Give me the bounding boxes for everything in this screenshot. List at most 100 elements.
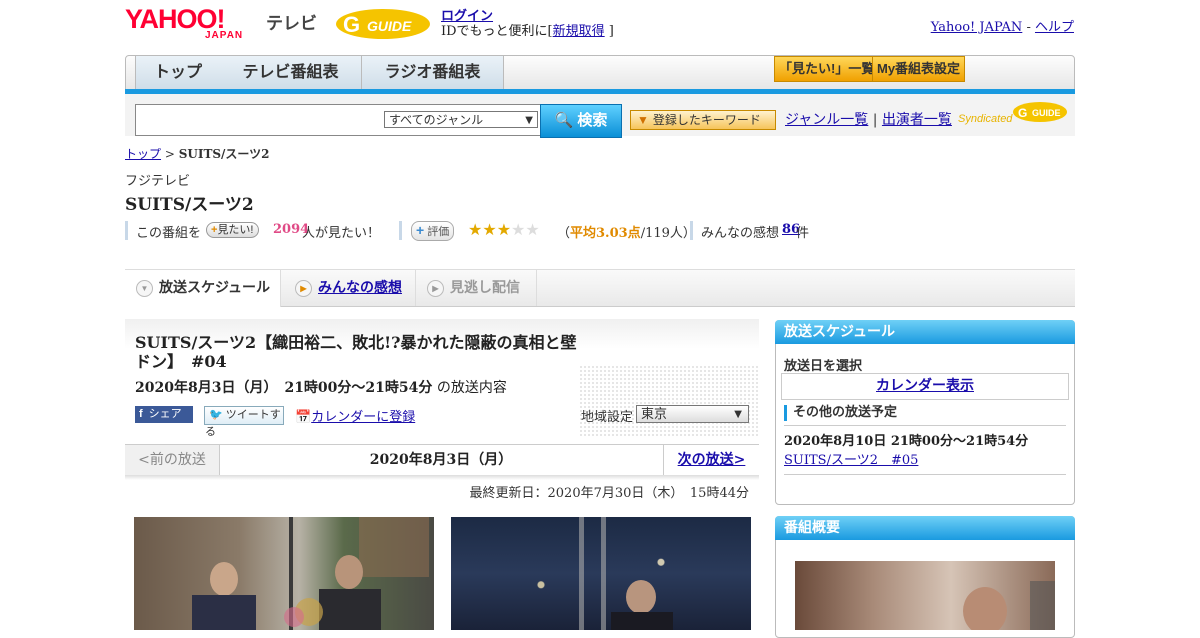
genre-list-link[interactable]: ジャンル一覧	[785, 112, 868, 128]
other-schedule-heading: その他の放送予定	[784, 405, 897, 421]
tab-streaming: ▶ 見逃し配信	[417, 270, 537, 306]
syndicated-label: Syndicated	[958, 113, 1013, 125]
episode-airtime-date: 2020年8月3日（月） 21時00分～21時54分	[135, 380, 433, 396]
id-note: IDでもっと便利に[新規取得 ]	[441, 20, 614, 39]
summary-photo	[795, 561, 1055, 635]
calendar-show-button[interactable]: カレンダー表示	[781, 373, 1069, 400]
calendar-icon: 📅	[295, 410, 312, 425]
help-link[interactable]: ヘルプ	[1035, 20, 1074, 35]
yahoo-japan-link[interactable]: Yahoo! JAPAN	[931, 20, 1023, 35]
keyword-button-label: 登録したキーワード	[652, 113, 761, 127]
other-schedule-link[interactable]: SUITS/スーツ2 #05	[784, 449, 918, 468]
want-prefix: この番組を	[136, 226, 202, 241]
star-icon: ★	[482, 220, 497, 239]
region-select-value: 東京	[641, 407, 668, 422]
other-schedule-date: 2020年8月10日 21時00分～21時54分	[784, 434, 1029, 449]
tab-schedule-label: 放送スケジュール	[159, 279, 271, 295]
tab-impressions-label[interactable]: みんなの感想	[318, 279, 402, 295]
breadcrumb-separator: >	[161, 147, 179, 161]
top-links: Yahoo! JAPAN - ヘルプ	[931, 16, 1074, 35]
next-broadcast-link[interactable]: 次の放送>	[678, 452, 746, 468]
star-icon: ★	[496, 220, 512, 239]
twitter-icon: 🐦	[209, 409, 223, 421]
want-button-label: 見たい!	[217, 224, 254, 236]
rating-count: /119人）	[640, 226, 696, 241]
prev-broadcast-button: <前の放送	[125, 445, 220, 476]
tweet-button[interactable]: 🐦 ツイートする	[204, 406, 284, 438]
triangle-down-icon: ▼	[637, 113, 649, 127]
rating-average-open: （	[557, 226, 571, 241]
chevron-down-icon: ▼	[734, 409, 742, 420]
gguide-small-logo: G GUIDE	[1012, 101, 1068, 123]
facebook-share-button[interactable]: f シェア	[135, 406, 193, 423]
episode-photo	[134, 517, 434, 630]
last-updated: 最終更新日：2020年7月30日（木） 15時44分	[469, 486, 749, 501]
search-button-label: 検索	[577, 112, 608, 129]
pager-shadow	[125, 475, 759, 480]
signup-link[interactable]: 新規取得	[553, 24, 605, 39]
chevron-down-icon: ▼	[136, 279, 153, 297]
page-title: SUITS/スーツ2	[125, 195, 254, 215]
search-button[interactable]: 🔍 検索	[540, 104, 622, 138]
comments-label: みんなの感想	[701, 226, 780, 241]
tab-schedule[interactable]: ▼ 放送スケジュール	[125, 270, 281, 307]
keyword-button[interactable]: ▼ 登録したキーワード	[630, 110, 776, 130]
stats-divider	[690, 221, 693, 240]
mitai-list-button[interactable]: 「見たい!」一覧	[774, 56, 880, 82]
episode-airtime-suffix: の放送内容	[436, 380, 507, 396]
yahoo-japan-label: JAPAN	[205, 30, 244, 41]
episode-photo	[451, 517, 751, 630]
svg-text:G: G	[343, 12, 360, 37]
dotted-pattern	[579, 365, 759, 437]
episode-pager: <前の放送 2020年8月3日（月） 次の放送>	[125, 444, 759, 476]
schedule-panel-header: 放送スケジュール	[775, 320, 1075, 344]
region-select[interactable]: 東京 ▼	[636, 405, 749, 423]
id-note-prefix: IDでもっと便利に[	[441, 24, 553, 39]
performer-list-link[interactable]: 出演者一覧	[882, 112, 952, 128]
episode-airtime: 2020年8月3日（月） 21時00分～21時54分 の放送内容	[135, 377, 507, 397]
genre-select[interactable]: すべてのジャンル ▼	[384, 111, 538, 128]
star-icon: ★	[525, 220, 540, 239]
rating-average: （平均3.03点/119人）	[557, 222, 696, 241]
my-bangumi-button[interactable]: My番組表設定	[872, 56, 966, 82]
episode-title: SUITS/スーツ2【織田裕二、敗北!?暴かれた隠蔽の真相と壁ドン】 #04	[135, 333, 577, 371]
rate-button[interactable]: + 評価	[411, 221, 455, 241]
search-icon: 🔍	[554, 112, 574, 129]
yahoo-logo[interactable]: YAHOO!	[125, 6, 226, 33]
want-button[interactable]: +見たい!	[206, 222, 259, 238]
play-icon: ▶	[427, 279, 444, 297]
breadcrumb-top-link[interactable]: トップ	[125, 147, 161, 161]
calendar-show-link[interactable]: カレンダー表示	[876, 378, 974, 394]
select-day-label: 放送日を選択	[784, 359, 863, 374]
top-links-separator: -	[1022, 20, 1035, 35]
id-note-bracket: ]	[608, 24, 614, 39]
summary-panel-header: 番組概要	[775, 516, 1075, 540]
breadcrumb-current: SUITS/スーツ2	[178, 147, 270, 161]
nav-tab-radio-schedule[interactable]: ラジオ番組表	[362, 56, 504, 90]
nav-tab-top[interactable]: トップ	[135, 56, 221, 90]
program-stats: この番組を +見たい! 2094 人が見たい！ + 評価 ★★★★★ （平均3.…	[125, 220, 1075, 241]
divider	[784, 474, 1066, 475]
nav-tab-tv-schedule[interactable]: テレビ番組表	[220, 56, 362, 90]
pager-current-date: 2020年8月3日（月）	[369, 452, 513, 468]
rating-average-score: 平均3.03点	[570, 226, 641, 241]
facebook-icon: f	[139, 408, 143, 420]
breadcrumb: トップ > SUITS/スーツ2	[125, 145, 270, 162]
gguide-logo[interactable]: G GUIDE	[335, 7, 432, 40]
svg-text:G: G	[1018, 106, 1027, 120]
content-tabs: ▼ 放送スケジュール ▶ みんなの感想 ▶ 見逃し配信	[125, 270, 1075, 307]
tv-logo-label: テレビ	[266, 14, 317, 33]
tab-streaming-label: 見逃し配信	[450, 279, 520, 295]
star-icon: ★	[511, 220, 526, 239]
stats-divider	[399, 221, 402, 240]
rating-stars: ★★★★★	[468, 220, 540, 239]
star-icon: ★	[468, 220, 483, 239]
main-nav: トップ テレビ番組表 ラジオ番組表 「見たい!」一覧 My番組表設定	[125, 55, 1075, 91]
next-broadcast-button[interactable]: 次の放送>	[663, 445, 759, 476]
calendar-register: 📅カレンダーに登録	[295, 406, 415, 425]
chevron-down-icon: ▼	[525, 115, 533, 126]
calendar-register-link[interactable]: カレンダーに登録	[311, 410, 415, 425]
tab-impressions[interactable]: ▶ みんなの感想	[282, 270, 416, 306]
svg-text:GUIDE: GUIDE	[367, 18, 412, 34]
genre-links: ジャンル一覧 | 出演者一覧	[785, 109, 952, 129]
